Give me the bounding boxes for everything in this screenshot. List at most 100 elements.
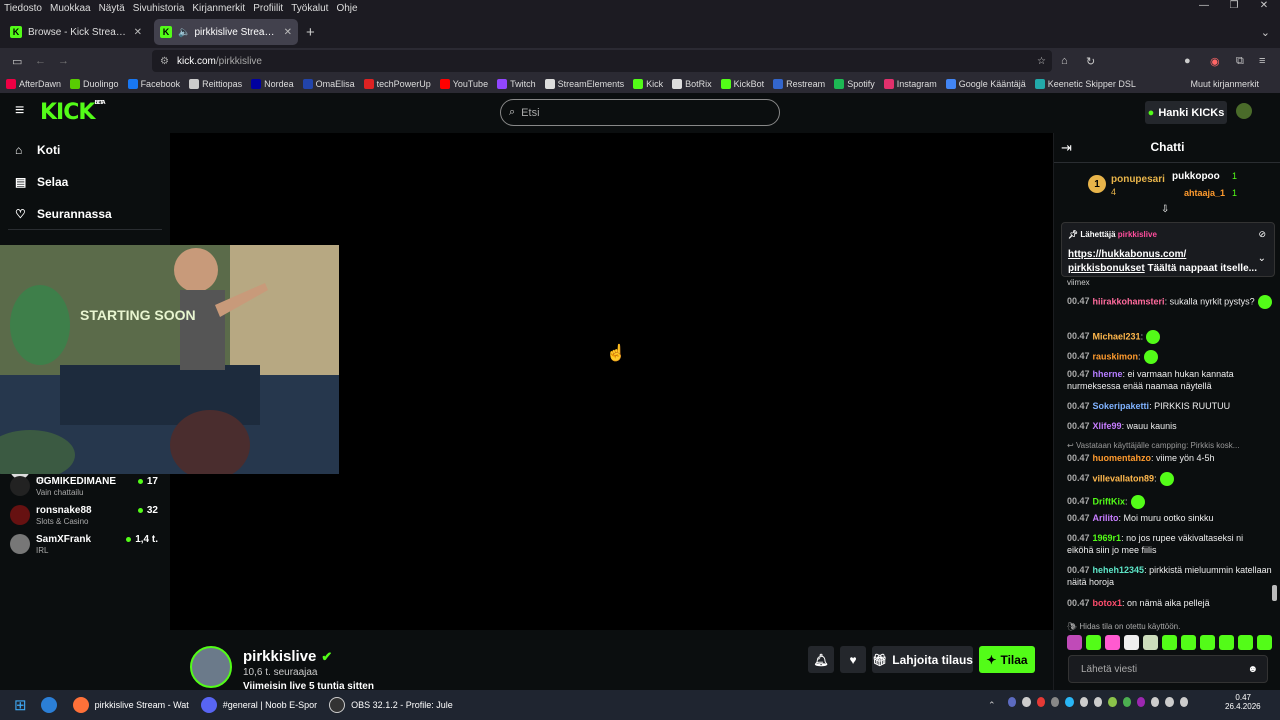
bookmark-item[interactable]: AfterDawn xyxy=(6,78,61,89)
emote-icon[interactable] xyxy=(1067,635,1082,650)
nav-following[interactable]: ♡ Seurannassa xyxy=(15,207,112,221)
pinned-user[interactable]: pirkkisbonukset xyxy=(1068,263,1145,274)
menu-history[interactable]: Sivuhistoria xyxy=(129,3,189,14)
tray-icon[interactable] xyxy=(1136,697,1146,707)
message-username[interactable]: Arilito xyxy=(1093,513,1119,523)
message-username[interactable]: hiirakkohamsteri xyxy=(1093,296,1165,306)
leader-3-name[interactable]: ahtaaja_1 xyxy=(1184,188,1225,198)
back-icon[interactable]: ← xyxy=(35,55,46,67)
emoji-icon[interactable]: ☻ xyxy=(1247,664,1258,675)
tray-icon[interactable] xyxy=(1165,697,1174,707)
minimize-icon[interactable]: — xyxy=(1188,0,1220,16)
bookmark-item[interactable]: Keenetic Skipper DSL xyxy=(1034,78,1136,89)
bookmark-item[interactable]: Nordea xyxy=(251,78,294,89)
bookmark-item[interactable]: Reittiopas xyxy=(189,78,242,89)
kick-logo[interactable]: KICKBETA xyxy=(40,100,106,125)
emote-icon[interactable] xyxy=(1219,635,1234,650)
sidebar-channel[interactable]: ronsnake88 Slots & Casino 32 xyxy=(10,502,160,531)
nav-home[interactable]: ⌂ Koti xyxy=(15,143,60,157)
bookmark-item[interactable]: Facebook xyxy=(127,78,180,89)
message-username[interactable]: Xlife99 xyxy=(1093,421,1122,431)
close-tab-icon[interactable]: ✕ xyxy=(134,27,142,38)
bookmark-item[interactable]: Spotify xyxy=(834,78,875,89)
message-username[interactable]: DriftKix xyxy=(1093,496,1126,506)
sidebar-channel[interactable]: OGMIKEDIMANE Vain chattailu 17 xyxy=(10,473,160,502)
unpin-icon[interactable]: ⊘ xyxy=(1258,229,1266,240)
app-icon[interactable] xyxy=(40,697,57,713)
channel-name[interactable]: pirkkislive xyxy=(243,648,316,665)
tray-icon[interactable] xyxy=(1008,697,1017,707)
emote-icon[interactable] xyxy=(1086,635,1101,650)
tray-icon[interactable] xyxy=(1151,697,1160,707)
search-input[interactable]: ⌕ Etsi xyxy=(500,99,780,126)
message-username[interactable]: heheh12345 xyxy=(1093,565,1145,575)
gift-sub-button[interactable]: 🎁︎ Lahjoita tilaus xyxy=(872,646,973,673)
tray-icon[interactable] xyxy=(1179,697,1189,707)
hamburger-menu-icon[interactable]: ≡ xyxy=(15,102,24,120)
extensions-icon[interactable]: ⧉ xyxy=(1236,55,1244,68)
bookmark-item[interactable]: OmaElisa xyxy=(302,78,355,89)
tray-icon[interactable] xyxy=(1108,697,1117,707)
emote-icon[interactable] xyxy=(1181,635,1196,650)
menu-profiles[interactable]: Profiilit xyxy=(249,3,287,14)
expand-leaderboard-icon[interactable]: ⇩ xyxy=(1161,204,1169,215)
message-username[interactable]: 1969r1 xyxy=(1093,533,1122,543)
close-tab-icon[interactable]: ✕ xyxy=(284,27,292,38)
emote-icon[interactable] xyxy=(1105,635,1120,650)
menu-bookmarks[interactable]: Kirjanmerkit xyxy=(188,3,249,14)
tray-icon[interactable] xyxy=(1022,697,1031,707)
tray-overflow-icon[interactable]: ⌃ xyxy=(988,700,996,711)
home-icon[interactable]: ⌂ xyxy=(1061,55,1068,67)
notify-button[interactable]: 🔔︎ xyxy=(808,646,834,673)
windows-start-icon[interactable]: ⊞ xyxy=(14,696,27,714)
bookmark-item[interactable]: KickBot xyxy=(720,78,764,89)
menu-help[interactable]: Ohje xyxy=(332,3,361,14)
message-username[interactable]: Michael231 xyxy=(1093,331,1141,341)
new-tab-icon[interactable]: + xyxy=(306,24,315,41)
webcam-popout[interactable]: STARTING SOON xyxy=(0,245,339,474)
reload-icon[interactable]: ↻ xyxy=(1086,55,1095,68)
emote-icon[interactable] xyxy=(1143,635,1158,650)
leader-1-name[interactable]: ponupesari xyxy=(1111,174,1165,185)
bookmark-star-icon[interactable]: ☆ xyxy=(1037,56,1046,67)
tray-icon[interactable] xyxy=(1050,697,1060,707)
expand-pin-icon[interactable]: ⌄ xyxy=(1258,253,1266,264)
forward-icon[interactable]: → xyxy=(58,55,69,67)
bookmark-item[interactable]: Duolingo xyxy=(70,78,119,89)
bookmark-item[interactable]: StreamElements xyxy=(544,78,624,89)
tab-list-icon[interactable]: ⌄ xyxy=(1261,26,1270,39)
chat-input[interactable]: Lähetä viesti ☻ xyxy=(1068,655,1268,683)
bookmark-item[interactable]: YouTube xyxy=(439,78,488,89)
emote-icon[interactable] xyxy=(1124,635,1139,650)
taskbar-discord[interactable]: #general | Noob E-Spor xyxy=(200,697,317,713)
pinned-link[interactable]: https://hukkabonus.com/ xyxy=(1068,249,1186,260)
bookmark-item[interactable]: Instagram xyxy=(883,78,937,89)
restore-icon[interactable]: ❐ xyxy=(1218,0,1250,16)
menu-file[interactable]: Tiedosto xyxy=(0,3,46,14)
tray-icon[interactable] xyxy=(1122,697,1131,707)
bookmark-item[interactable]: BotRix xyxy=(672,78,712,89)
bookmark-item[interactable]: techPowerUp xyxy=(363,78,431,89)
tray-icon[interactable] xyxy=(1065,697,1074,707)
message-username[interactable]: Sokeripaketti xyxy=(1093,401,1150,411)
subscribe-button[interactable]: ✦ Tilaa xyxy=(979,646,1035,673)
bookmark-item[interactable]: Google Kääntäjä xyxy=(945,78,1026,89)
chat-scrollbar[interactable] xyxy=(1272,585,1277,601)
menu-view[interactable]: Näytä xyxy=(95,3,129,14)
url-bar[interactable]: ⚙ kick.com/pirkkislive ☆ xyxy=(152,50,1052,72)
emote-icon[interactable] xyxy=(1200,635,1215,650)
user-avatar[interactable] xyxy=(1236,103,1252,119)
tray-icon[interactable] xyxy=(1079,697,1088,707)
tab-browse-kick[interactable]: K Browse - Kick Streaming ✕ xyxy=(4,19,148,45)
bookmark-item[interactable]: Restream xyxy=(773,78,825,89)
channel-avatar[interactable] xyxy=(190,646,232,688)
app-menu-icon[interactable]: ≡ xyxy=(1259,55,1265,67)
taskbar-firefox[interactable]: pirkkislive Stream - Wat xyxy=(72,697,189,713)
sidebar-channel[interactable]: SamXFrank IRL 1,4 t. xyxy=(10,531,160,560)
other-bookmarks[interactable]: Muut kirjanmerkit xyxy=(1190,79,1259,89)
message-username[interactable]: huomentahzo xyxy=(1093,453,1152,463)
message-username[interactable]: villevallaton89 xyxy=(1093,473,1155,483)
get-kicks-button[interactable]: ● Hanki KICKs xyxy=(1145,101,1227,124)
message-username[interactable]: botox1 xyxy=(1093,598,1123,608)
speaker-icon[interactable]: 🔈 xyxy=(178,27,190,38)
